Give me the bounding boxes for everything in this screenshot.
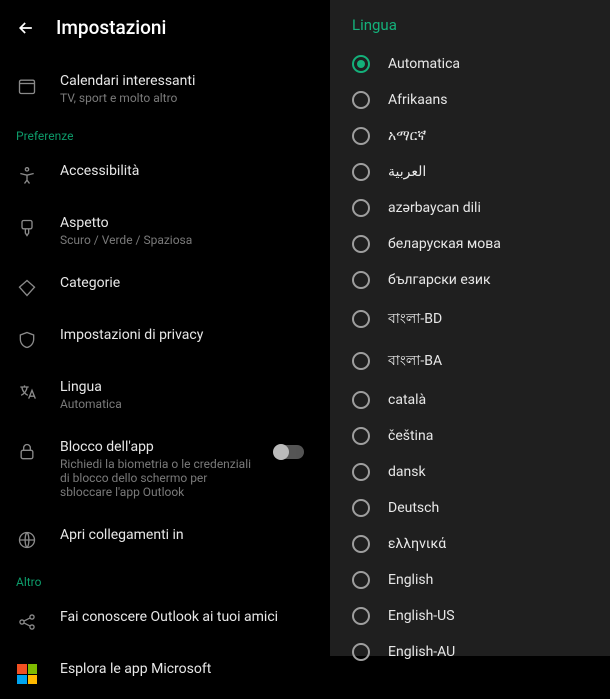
language-option[interactable]: български език [336, 262, 604, 298]
share-icon [16, 611, 38, 633]
radio-icon [352, 127, 370, 145]
privacy-label: Impostazioni di privacy [60, 327, 304, 343]
language-option[interactable]: Automatica [336, 46, 604, 82]
language-option-label: dansk [388, 464, 426, 480]
radio-icon [352, 271, 370, 289]
language-option-label: беларуская мова [388, 236, 501, 252]
shield-icon [16, 329, 38, 351]
globe-icon [16, 529, 38, 551]
language-option[interactable]: العربية [336, 154, 604, 190]
language-option-label: čeština [388, 428, 433, 444]
language-option[interactable]: dansk [336, 454, 604, 490]
language-sub: Automatica [60, 397, 304, 411]
language-option-label: azərbaycan dili [388, 200, 481, 216]
language-option-label: català [388, 392, 426, 408]
radio-icon [352, 463, 370, 481]
applock-sub: Richiedi la biometria o le credenziali d… [60, 457, 252, 499]
radio-icon [352, 499, 370, 517]
language-row[interactable]: Lingua Automatica [0, 365, 320, 425]
accessibility-row[interactable]: Accessibilità [0, 149, 320, 201]
language-option-label: English-AU [388, 644, 455, 660]
language-option[interactable]: አማርኛ [336, 118, 604, 154]
language-option-label: العربية [388, 164, 426, 180]
privacy-row[interactable]: Impostazioni di privacy [0, 313, 320, 365]
msapps-label: Esplora le app Microsoft [60, 661, 304, 677]
language-option[interactable]: čeština [336, 418, 604, 454]
radio-icon [352, 163, 370, 181]
language-label: Lingua [60, 379, 304, 395]
language-option[interactable]: беларуская мова [336, 226, 604, 262]
language-option-label: বাংলা-BA [388, 349, 442, 373]
language-icon [16, 381, 38, 403]
calendar-icon [16, 75, 38, 97]
tag-icon [16, 277, 38, 299]
appearance-sub: Scuro / Verde / Spaziosa [60, 233, 304, 247]
radio-icon [352, 391, 370, 409]
language-panel-title: Lingua [330, 6, 610, 46]
language-option-label: አማርኛ [388, 128, 426, 144]
lock-icon [16, 441, 38, 463]
language-option[interactable]: azərbaycan dili [336, 190, 604, 226]
share-row[interactable]: Fai conoscere Outlook ai tuoi amici [0, 595, 320, 647]
microsoft-logo-icon [16, 663, 38, 685]
applock-row[interactable]: Blocco dell'app Richiedi la biometria o … [0, 425, 320, 513]
radio-icon [352, 55, 370, 73]
applock-label: Blocco dell'app [60, 439, 252, 455]
language-option[interactable]: Deutsch [336, 490, 604, 526]
language-option[interactable]: English [336, 562, 604, 598]
language-option[interactable]: বাংলা-BD [336, 298, 604, 340]
openlinks-row[interactable]: Apri collegamenti in [0, 513, 320, 565]
radio-icon [352, 310, 370, 328]
radio-icon [352, 427, 370, 445]
language-option[interactable]: English-AU [336, 634, 604, 670]
language-option-label: български език [388, 272, 491, 288]
calendars-row[interactable]: Calendari interessanti TV, sport e molto… [0, 59, 320, 119]
language-option-label: English [388, 572, 433, 588]
appearance-label: Aspetto [60, 215, 304, 231]
radio-icon [352, 535, 370, 553]
language-option-label: Deutsch [388, 500, 439, 516]
page-title: Impostazioni [56, 16, 166, 39]
language-option-label: Afrikaans [388, 92, 447, 108]
accessibility-icon [16, 165, 38, 187]
language-option[interactable]: català [336, 382, 604, 418]
language-option-label: English-US [388, 608, 455, 624]
language-option[interactable]: English-US [336, 598, 604, 634]
radio-icon [352, 643, 370, 661]
language-panel: Lingua Automatica Afrikaans አማርኛ العربية azə… [330, 0, 610, 656]
language-option-label: ελληνικά [388, 536, 446, 552]
calendars-label: Calendari interessanti [60, 73, 304, 89]
section-other: Altro [0, 565, 320, 595]
radio-icon [352, 352, 370, 370]
language-option[interactable]: Afrikaans [336, 82, 604, 118]
radio-icon [352, 91, 370, 109]
language-option-label: বাংলা-BD [388, 307, 442, 331]
radio-icon [352, 235, 370, 253]
section-preferences: Preferenze [0, 119, 320, 149]
msapps-row[interactable]: Esplora le app Microsoft [0, 647, 320, 699]
language-option[interactable]: ελληνικά [336, 526, 604, 562]
radio-icon [352, 199, 370, 217]
openlinks-label: Apri collegamenti in [60, 527, 304, 543]
brush-icon [16, 217, 38, 239]
language-option-label: Automatica [388, 56, 460, 72]
appearance-row[interactable]: Aspetto Scuro / Verde / Spaziosa [0, 201, 320, 261]
back-icon[interactable] [16, 18, 36, 38]
accessibility-label: Accessibilità [60, 163, 304, 179]
categories-label: Categorie [60, 275, 304, 291]
categories-row[interactable]: Categorie [0, 261, 320, 313]
applock-toggle[interactable] [274, 445, 304, 459]
share-label: Fai conoscere Outlook ai tuoi amici [60, 609, 304, 625]
radio-icon [352, 607, 370, 625]
language-option[interactable]: বাংলা-BA [336, 340, 604, 382]
radio-icon [352, 571, 370, 589]
calendars-sub: TV, sport e molto altro [60, 91, 304, 105]
